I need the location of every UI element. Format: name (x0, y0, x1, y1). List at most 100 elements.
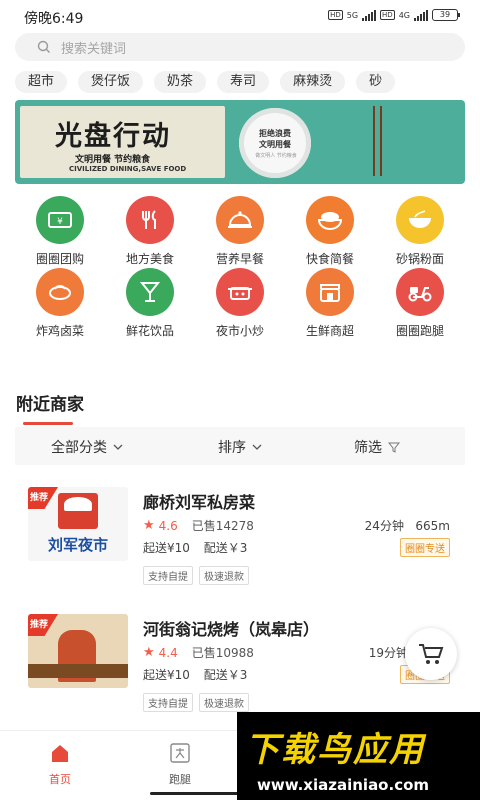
merchant-name: 廊桥刘军私房菜 (143, 493, 256, 512)
min-order: 起送¥10 (143, 668, 190, 682)
merchant-tags: 支持自提 极速退款 (143, 566, 249, 585)
search-bar[interactable]: 搜索关键词 (15, 33, 465, 61)
grill-rack (28, 664, 128, 678)
merchant-card[interactable]: 推荐 河街翁记烧烤（岚皋店） ★ 4.4 已售10988 19分钟 起送¥10 … (28, 614, 468, 724)
grid-label: 地方美食 (125, 252, 174, 266)
section-title: 附近商家 (16, 395, 84, 415)
pill-supermarket[interactable]: 超市 (15, 71, 68, 93)
grid-label: 圈圈跑腿 (395, 324, 444, 338)
grid-item-errand[interactable]: 圈圈跑腿 (375, 268, 465, 339)
chicken-icon (36, 268, 84, 316)
section-underline (23, 422, 73, 425)
cocktail-icon (126, 268, 174, 316)
distance: 665m (415, 519, 450, 533)
pill-malatang[interactable]: 麻辣烫 (280, 71, 346, 93)
fork-knife-icon (126, 196, 174, 244)
banner-title: 光盘行动 (55, 121, 171, 152)
net-5g-label: 5G (346, 10, 359, 20)
pill-sushi[interactable]: 寿司 (217, 71, 270, 93)
grid-item-fast-food[interactable]: 快食简餐 (285, 196, 375, 267)
plate-text: 拒绝浪费 文明用餐 (249, 128, 301, 150)
hd-icon: HD (380, 10, 395, 20)
cart-icon (419, 644, 444, 664)
filter-label: 筛选 (354, 440, 382, 456)
promo-banner[interactable]: 光盘行动 文明用餐 节约粮食 CIVILIZED DINING,SAVE FOO… (15, 100, 465, 184)
hd-icon: HD (328, 10, 343, 20)
recommend-tag: 推荐 (28, 487, 58, 509)
filter-category-label: 全部分类 (51, 440, 107, 456)
chevron-down-icon (113, 444, 123, 450)
scooter-icon (396, 268, 444, 316)
merchant-fees: 起送¥10 配送￥3 (143, 539, 257, 556)
rating-score: 4.6 (158, 518, 178, 533)
star-icon: ★ (143, 645, 155, 660)
grid-item-drinks[interactable]: 鲜花饮品 (105, 268, 195, 339)
status-bar: 傍晚6:49 HD 5G HD 4G 39 (0, 0, 480, 32)
gesture-bar (150, 792, 250, 795)
signal-icon (362, 9, 377, 21)
pill-milk-tea[interactable]: 奶茶 (154, 71, 207, 93)
tag-pickup: 支持自提 (143, 693, 193, 712)
grid-label: 炸鸡卤菜 (35, 324, 84, 338)
plate-small-text: 做文明人 节约粮食 (255, 153, 297, 159)
delivery-fee: 配送￥3 (203, 668, 248, 682)
grid-label: 圈圈团购 (35, 252, 84, 266)
filter-button[interactable]: 筛选 (354, 437, 400, 457)
status-icons: HD 5G HD 4G 39 (328, 9, 460, 21)
grid-item-breakfast[interactable]: 营养早餐 (195, 196, 285, 267)
filter-category-dropdown[interactable]: 全部分类 (51, 437, 123, 457)
net-4g-label: 4G (398, 10, 410, 20)
signal-icon (414, 9, 428, 21)
noodle-bowl-icon (396, 196, 444, 244)
sold-count: 已售14278 (191, 519, 254, 533)
chopstick-icon (373, 106, 375, 176)
grid-item-fresh-market[interactable]: 生鲜商超 (285, 268, 375, 339)
tab-home[interactable]: 首页 (30, 743, 90, 787)
rice-bowl-icon (306, 196, 354, 244)
merchant-thumbnail: 刘军夜市 推荐 (28, 487, 128, 561)
wok-icon (216, 268, 264, 316)
min-order: 起送¥10 (143, 541, 190, 555)
tag-refund: 极速退款 (199, 566, 249, 585)
market-icon (306, 268, 354, 316)
tab-errand-label: 跑腿 (169, 773, 191, 786)
merchant-card[interactable]: 刘军夜市 推荐 廊桥刘军私房菜 ★ 4.6 已售14278 24分钟 665m … (28, 487, 468, 597)
grid-label: 营养早餐 (215, 252, 264, 266)
grid-item-noodles[interactable]: 砂锅粉面 (375, 196, 465, 267)
plate-text-content: 拒绝浪费 文明用餐 (259, 129, 291, 149)
grid-label: 生鲜商超 (305, 324, 354, 338)
merchant-eta: 24分钟 665m (365, 517, 450, 534)
merchant-rating: ★ 4.6 已售14278 (143, 517, 254, 534)
banner-subtitle: 文明用餐 节约粮食 (75, 155, 151, 165)
grid-label: 夜市小炒 (215, 324, 264, 338)
search-icon (37, 40, 50, 53)
pill-claypot-rice[interactable]: 煲仔饭 (78, 71, 144, 93)
grid-label: 鲜花饮品 (125, 324, 174, 338)
grid-item-fried-chicken[interactable]: 炸鸡卤菜 (15, 268, 105, 339)
delivery-time: 24分钟 (364, 519, 404, 533)
merchant-tags: 支持自提 极速退款 (143, 693, 249, 712)
watermark: 下载鸟应用 www.xiazainiao.com (237, 712, 480, 800)
tag-pickup: 支持自提 (143, 566, 193, 585)
delivery-fee: 配送￥3 (203, 541, 248, 555)
grid-label: 快食简餐 (305, 252, 354, 266)
watermark-logo: 下载鸟应用 (245, 730, 425, 770)
cart-button[interactable] (405, 628, 457, 680)
grid-item-night-market[interactable]: 夜市小炒 (195, 268, 285, 339)
merchant-rating: ★ 4.4 已售10988 (143, 644, 254, 661)
delivery-badge: 圈圈专送 (400, 538, 450, 557)
battery-icon: 39 (432, 9, 460, 21)
ticket-icon: ¥ (36, 196, 84, 244)
tab-errand[interactable]: 跑腿 (150, 743, 210, 787)
grid-label: 砂锅粉面 (395, 252, 444, 266)
search-placeholder: 搜索关键词 (61, 41, 127, 57)
grid-item-local-food[interactable]: 地方美食 (105, 196, 195, 267)
grid-item-group-buy[interactable]: ¥ 圈圈团购 (15, 196, 105, 267)
filter-sort-dropdown[interactable]: 排序 (218, 437, 262, 457)
pill-more[interactable]: 砂 (356, 71, 396, 93)
merchant-thumbnail: 推荐 (28, 614, 128, 688)
category-pills: 超市 煲仔饭 奶茶 寿司 麻辣烫砂 (15, 70, 480, 94)
thumb-text: 刘军夜市 (47, 536, 108, 554)
merchant-fees: 起送¥10 配送￥3 (143, 666, 257, 683)
funnel-icon (388, 442, 400, 453)
